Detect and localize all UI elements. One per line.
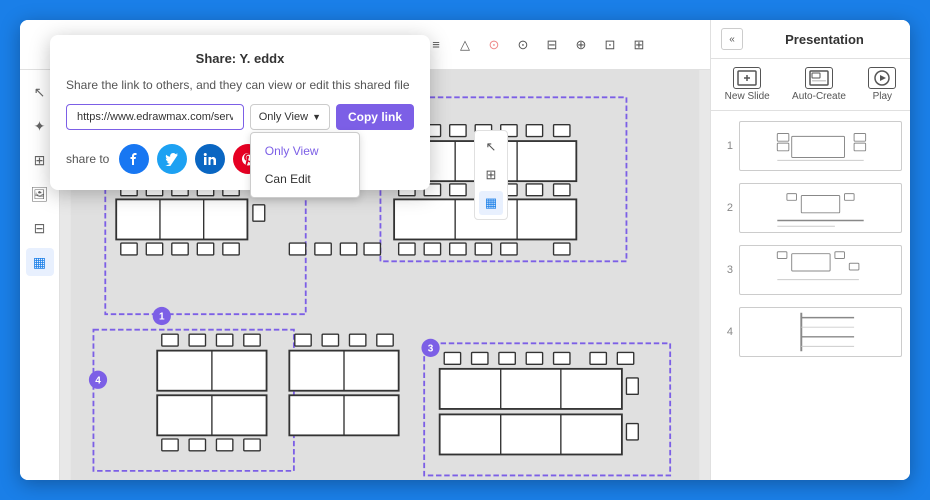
copy-link-button[interactable]: Copy link — [336, 104, 414, 130]
minibar-present-icon[interactable]: ▦ — [479, 191, 503, 215]
toolbar-fill-icon[interactable]: ⊙ — [481, 32, 507, 58]
chevron-down-icon: ▼ — [312, 112, 321, 122]
mini-toolbar: ↖ ⊞ ▦ — [474, 130, 508, 220]
slide-item-4[interactable]: 4 — [717, 303, 904, 361]
slide-number-2: 2 — [719, 202, 733, 214]
slide-item-1[interactable]: 1 — [717, 117, 904, 175]
presentation-actions: New Slide Auto-Create — [711, 59, 910, 111]
editor-container: T ↱ ⬟ ⊞ ⊕ ≡ △ ⊙ ⊙ ⊟ ⊕ ⊡ ⊞ ↖ ✦ ⊞ 🖼 ⊟ ▦ — [20, 20, 910, 480]
slide-number-3: 3 — [719, 264, 733, 276]
share-mode-button[interactable]: Only View ▼ — [250, 104, 330, 130]
svg-text:1: 1 — [159, 312, 165, 323]
share-to-label: share to — [66, 152, 109, 166]
toolbar-more-icon[interactable]: ⊞ — [626, 32, 652, 58]
slide-item-2[interactable]: 2 — [717, 179, 904, 237]
share-link-row: Only View ▼ Only View Can Edit Copy link — [66, 104, 414, 130]
toolbar-zoom-in-icon[interactable]: ⊕ — [568, 32, 594, 58]
auto-create-action[interactable]: Auto-Create — [792, 67, 846, 102]
new-slide-label: New Slide — [725, 91, 770, 102]
play-icon — [868, 67, 896, 89]
slide-thumbnail-1 — [739, 121, 902, 171]
new-slide-action[interactable]: New Slide — [725, 67, 770, 102]
slide-number-4: 4 — [719, 326, 733, 338]
mode-option-edit[interactable]: Can Edit — [251, 165, 359, 193]
slide-number-1: 1 — [719, 140, 733, 152]
slides-list: 1 2 — [711, 111, 910, 480]
mode-option-view[interactable]: Only View — [251, 137, 359, 165]
share-link-input[interactable] — [66, 104, 244, 130]
slide-item-3[interactable]: 3 — [717, 241, 904, 299]
toolbar-zoom-out-icon[interactable]: ⊟ — [539, 32, 565, 58]
svg-text:4: 4 — [95, 375, 101, 386]
sidebar-image-icon[interactable]: 🖼 — [26, 180, 54, 208]
presentation-title: Presentation — [749, 32, 900, 47]
new-slide-icon — [733, 67, 761, 89]
toolbar-line-icon[interactable]: ⊙ — [510, 32, 536, 58]
share-to-row: share to — [66, 144, 414, 174]
svg-text:3: 3 — [428, 344, 434, 355]
facebook-icon[interactable] — [119, 144, 149, 174]
share-mode-current: Only View — [259, 111, 308, 123]
toolbar-fit-icon[interactable]: ⊡ — [597, 32, 623, 58]
share-dialog: Share: Y. eddx Share the link to others,… — [50, 35, 430, 190]
play-label: Play — [873, 91, 892, 102]
sidebar-layers-icon[interactable]: ⊟ — [26, 214, 54, 242]
minibar-cursor-icon[interactable]: ↖ — [479, 135, 503, 159]
presentation-header: « Presentation — [711, 20, 910, 59]
share-mode-select: Only View ▼ Only View Can Edit — [250, 104, 330, 130]
share-dialog-description: Share the link to others, and they can v… — [66, 78, 414, 92]
presentation-panel: « Presentation New Slide — [710, 20, 910, 480]
slide-thumbnail-2 — [739, 183, 902, 233]
collapse-icon[interactable]: « — [721, 28, 743, 50]
slide-thumbnail-3 — [739, 245, 902, 295]
play-action[interactable]: Play — [868, 67, 896, 102]
toolbar-triangle-icon[interactable]: △ — [452, 32, 478, 58]
share-dialog-title: Share: Y. eddx — [66, 51, 414, 66]
mode-dropdown: Only View Can Edit — [250, 132, 360, 198]
slide-thumbnail-4 — [739, 307, 902, 357]
auto-create-icon — [805, 67, 833, 89]
twitter-icon[interactable] — [157, 144, 187, 174]
linkedin-icon[interactable] — [195, 144, 225, 174]
minibar-expand-icon[interactable]: ⊞ — [479, 163, 503, 187]
auto-create-label: Auto-Create — [792, 91, 846, 102]
sidebar-present-icon[interactable]: ▦ — [26, 248, 54, 276]
